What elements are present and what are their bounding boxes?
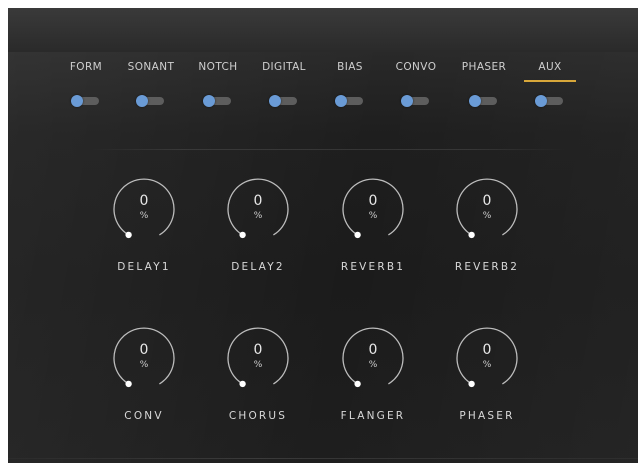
bias-toggle[interactable] <box>335 95 363 107</box>
form-toggle[interactable] <box>71 95 99 107</box>
delay1-knob[interactable]: 0 % <box>106 171 182 247</box>
tab-label: AUX <box>538 61 562 73</box>
conv-control: 0 % CONV <box>99 320 189 430</box>
knob-ring-icon <box>342 327 404 388</box>
knob-value: 0 <box>482 342 492 358</box>
knob-ring-icon <box>113 327 175 388</box>
reverb2-knob[interactable]: 0 % <box>449 171 525 247</box>
knob-label: REVERB2 <box>454 261 520 273</box>
knob-ring-icon <box>227 178 289 239</box>
reverb1-knob[interactable]: 0 % <box>335 171 411 247</box>
tab-sonant[interactable]: SONANT <box>121 60 181 118</box>
active-tab-indicator <box>524 80 576 82</box>
knob-unit: % <box>482 211 492 221</box>
knob-label: REVERB1 <box>340 261 406 273</box>
tab-label: CONVO <box>395 61 437 73</box>
toggle-knob <box>335 95 347 107</box>
conv-knob[interactable]: 0 % <box>106 320 182 396</box>
tab-label: BIAS <box>337 61 363 73</box>
knob-value: 0 <box>368 342 378 358</box>
phaser-toggle[interactable] <box>469 95 497 107</box>
aux-toggle[interactable] <box>535 95 563 107</box>
toggle-knob <box>203 95 215 107</box>
knob-label: PHASER <box>459 410 515 422</box>
tab-label: DIGITAL <box>262 61 306 73</box>
toggle-knob <box>71 95 83 107</box>
reverb2-control: 0 % REVERB2 <box>442 171 532 281</box>
knob-label: DELAY1 <box>117 261 171 273</box>
phaser-knob[interactable]: 0 % <box>449 320 525 396</box>
toggle-knob <box>269 95 281 107</box>
knob-unit: % <box>482 360 492 370</box>
tab-label: SONANT <box>127 61 175 73</box>
toggle-knob <box>469 95 481 107</box>
knob-label: FLANGER <box>340 410 406 422</box>
digital-toggle[interactable] <box>269 95 297 107</box>
tab-convo[interactable]: CONVO <box>386 60 446 118</box>
delay1-control: 0 % DELAY1 <box>99 171 189 281</box>
knob-unit: % <box>139 211 149 221</box>
bottom-divider <box>8 458 638 459</box>
tab-notch[interactable]: NOTCH <box>188 60 248 118</box>
knob-value: 0 <box>482 193 492 209</box>
tab-aux[interactable]: AUX <box>520 60 580 118</box>
sonant-toggle[interactable] <box>136 95 164 107</box>
tab-phaser[interactable]: PHASER <box>454 60 514 118</box>
knob-value: 0 <box>368 193 378 209</box>
knob-ring-icon <box>456 178 518 239</box>
knob-ring-icon <box>227 327 289 388</box>
section-divider <box>88 149 568 150</box>
knob-unit: % <box>253 360 263 370</box>
convo-toggle[interactable] <box>401 95 429 107</box>
delay2-control: 0 % DELAY2 <box>213 171 303 281</box>
delay2-knob[interactable]: 0 % <box>220 171 296 247</box>
phaser-control: 0 % PHASER <box>442 320 532 430</box>
tab-label: NOTCH <box>198 61 238 73</box>
aux-effects-panel: FORM SONANT NOTCH DIGITAL BIAS CONVO PHA… <box>8 8 638 463</box>
tab-bias[interactable]: BIAS <box>320 60 380 118</box>
knob-value: 0 <box>253 193 263 209</box>
knob-value: 0 <box>139 342 149 358</box>
tab-label: FORM <box>69 61 103 73</box>
knob-ring-icon <box>342 178 404 239</box>
knob-ring-icon <box>113 178 175 239</box>
tab-digital[interactable]: DIGITAL <box>254 60 314 118</box>
knob-unit: % <box>253 211 263 221</box>
knob-value: 0 <box>253 342 263 358</box>
knob-unit: % <box>368 360 378 370</box>
knob-value: 0 <box>139 193 149 209</box>
tab-form[interactable]: FORM <box>56 60 116 118</box>
notch-toggle[interactable] <box>203 95 231 107</box>
flanger-control: 0 % FLANGER <box>328 320 418 430</box>
panel-header-strip <box>8 8 638 52</box>
toggle-knob <box>401 95 413 107</box>
reverb1-control: 0 % REVERB1 <box>328 171 418 281</box>
knob-label: DELAY2 <box>231 261 285 273</box>
knob-label: CHORUS <box>228 410 288 422</box>
tab-label: PHASER <box>461 61 507 73</box>
knob-unit: % <box>139 360 149 370</box>
knob-label: CONV <box>124 410 164 422</box>
toggle-knob <box>535 95 547 107</box>
knob-unit: % <box>368 211 378 221</box>
chorus-control: 0 % CHORUS <box>213 320 303 430</box>
toggle-knob <box>136 95 148 107</box>
knob-ring-icon <box>456 327 518 388</box>
chorus-knob[interactable]: 0 % <box>220 320 296 396</box>
flanger-knob[interactable]: 0 % <box>335 320 411 396</box>
